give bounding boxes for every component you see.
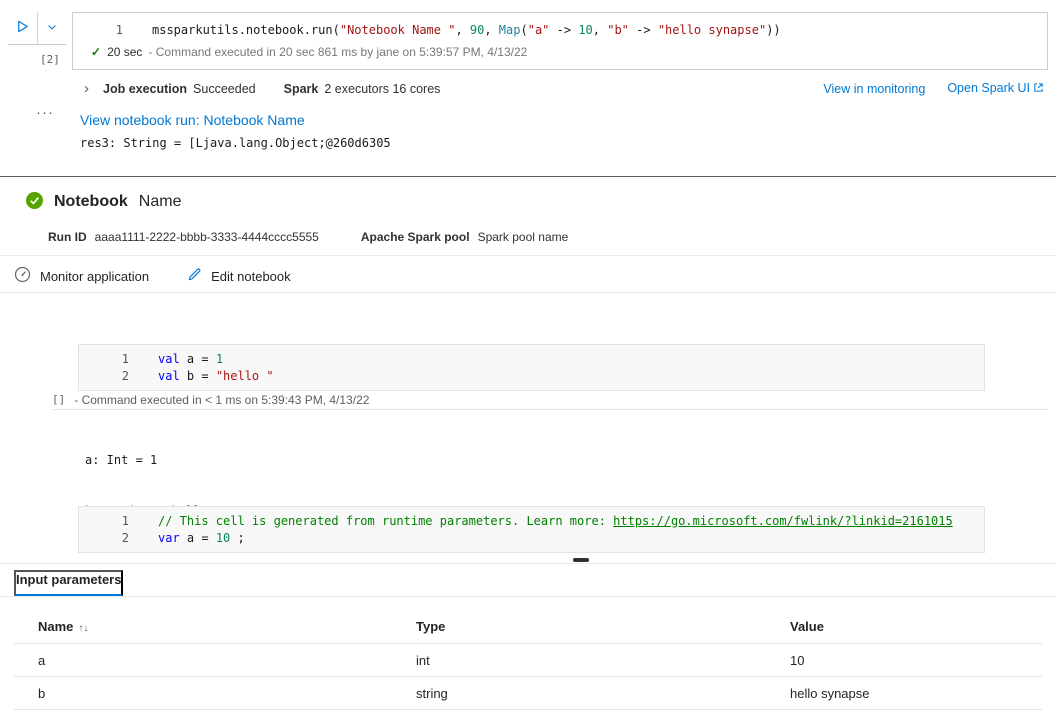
code-text: val a = 1: [158, 352, 223, 366]
pencil-icon: [187, 267, 202, 285]
pane-divider: [0, 176, 1056, 177]
notebook-title-suffix: Name: [139, 193, 182, 211]
job-execution-label: Job execution: [103, 82, 187, 96]
code-line: 1 val a = 1: [79, 350, 984, 367]
column-header-name[interactable]: Name↑↓: [14, 619, 392, 634]
monitor-icon: [14, 266, 31, 286]
run-info-row: Run ID aaaa1111-2222-bbbb-3333-4444cccc5…: [48, 230, 568, 244]
view-in-monitoring-link[interactable]: View in monitoring: [823, 82, 925, 96]
divider: [0, 596, 1056, 597]
spark-pool-label: Apache Spark pool: [361, 230, 470, 244]
code-text: // This cell is generated from runtime p…: [158, 514, 953, 528]
column-header-value[interactable]: Value: [766, 619, 1042, 634]
execution-status-text: - Command executed in 20 sec 861 ms by j…: [148, 45, 527, 59]
cell-status-bar: ✓ 20 sec - Command executed in 20 sec 86…: [73, 45, 1047, 59]
divider: [0, 292, 1056, 293]
table-row[interactable]: a int 10: [14, 644, 1042, 677]
execution-status-text: - Command executed in < 1 ms on 5:39:43 …: [74, 393, 369, 407]
open-spark-ui-link[interactable]: Open Spark UI: [947, 81, 1044, 96]
code-line: 2 val b = "hello ": [79, 367, 984, 384]
edit-notebook-button[interactable]: Edit notebook: [187, 267, 291, 285]
divider: [0, 563, 1056, 564]
preview-code-cell-1[interactable]: 1 val a = 1 2 val b = "hello ": [78, 344, 985, 391]
notebook-title-name: Notebook: [54, 193, 128, 211]
synapse-notebook-screen: [2] 1 mssparkutils.notebook.run("Noteboo…: [0, 0, 1056, 718]
notebook-run-toolbar: Monitor application Edit notebook: [14, 261, 291, 291]
execution-duration: 20 sec: [107, 45, 142, 59]
chevron-down-icon: [46, 21, 58, 36]
line-number: 1: [79, 352, 129, 366]
code-line: 2 var a = 10 ;: [79, 529, 984, 546]
code-text: var a = 10 ;: [158, 531, 245, 545]
preview-cell-status-bar: [] - Command executed in < 1 ms on 5:39:…: [52, 390, 1048, 410]
output-line: a: Int = 1: [85, 452, 208, 469]
line-number: 1: [73, 23, 123, 37]
divider: [0, 255, 1056, 256]
spark-pool-value: Spark pool name: [478, 230, 569, 244]
cell-execution-count: []: [52, 393, 65, 406]
param-value: 10: [766, 653, 1042, 668]
job-status: Succeeded: [193, 82, 256, 96]
input-parameters-table: Name↑↓ Type Value a int 10 b string hell…: [14, 610, 1042, 710]
cell-execution-count: [2]: [40, 53, 60, 66]
param-value: hello synapse: [766, 686, 1042, 701]
tab-input-parameters[interactable]: Input parameters: [14, 570, 123, 596]
param-name: a: [14, 653, 392, 668]
column-header-type[interactable]: Type: [392, 619, 766, 634]
panel-resize-handle[interactable]: [573, 558, 589, 562]
success-check-icon: ✓: [91, 45, 101, 59]
preview-code-cell-2[interactable]: 1 // This cell is generated from runtime…: [78, 506, 985, 553]
run-options-button[interactable]: [38, 12, 66, 44]
spark-info: 2 executors 16 cores: [324, 82, 440, 96]
run-id-value: aaaa1111-2222-bbbb-3333-4444cccc5555: [95, 230, 319, 244]
job-execution-row: › Job execution Succeeded Spark 2 execut…: [84, 81, 1044, 96]
table-row[interactable]: b string hello synapse: [14, 677, 1042, 710]
expand-chevron-icon[interactable]: ›: [84, 81, 89, 96]
monitor-application-label: Monitor application: [40, 269, 149, 284]
param-name: b: [14, 686, 392, 701]
sort-icon[interactable]: ↑↓: [78, 623, 88, 634]
more-actions-ellipsis-icon[interactable]: ···: [36, 104, 54, 121]
spark-label: Spark: [284, 82, 319, 96]
success-status-icon: [26, 192, 43, 212]
param-type: int: [392, 653, 766, 668]
code-text: val b = "hello ": [158, 369, 274, 383]
line-number: 1: [79, 514, 129, 528]
run-cell-controls: [8, 12, 66, 45]
code-line[interactable]: 1 mssparkutils.notebook.run("Notebook Na…: [73, 21, 1047, 38]
param-type: string: [392, 686, 766, 701]
monitor-application-button[interactable]: Monitor application: [14, 266, 149, 286]
line-number: 2: [79, 531, 129, 545]
run-id-label: Run ID: [48, 230, 87, 244]
code-text: mssparkutils.notebook.run("Notebook Name…: [152, 23, 781, 37]
run-cell-button[interactable]: [8, 12, 38, 44]
code-line: 1 // This cell is generated from runtime…: [79, 512, 984, 529]
table-header-row: Name↑↓ Type Value: [14, 610, 1042, 644]
edit-notebook-label: Edit notebook: [211, 269, 291, 284]
view-notebook-run-link[interactable]: View notebook run: Notebook Name: [80, 112, 305, 128]
result-output-text: res3: String = [Ljava.lang.Object;@260d6…: [80, 136, 391, 150]
code-cell[interactable]: 1 mssparkutils.notebook.run("Notebook Na…: [72, 12, 1048, 70]
play-icon: [15, 19, 30, 37]
notebook-run-title: Notebook Name: [26, 192, 181, 212]
line-number: 2: [79, 369, 129, 383]
external-link-icon: [1033, 82, 1044, 96]
